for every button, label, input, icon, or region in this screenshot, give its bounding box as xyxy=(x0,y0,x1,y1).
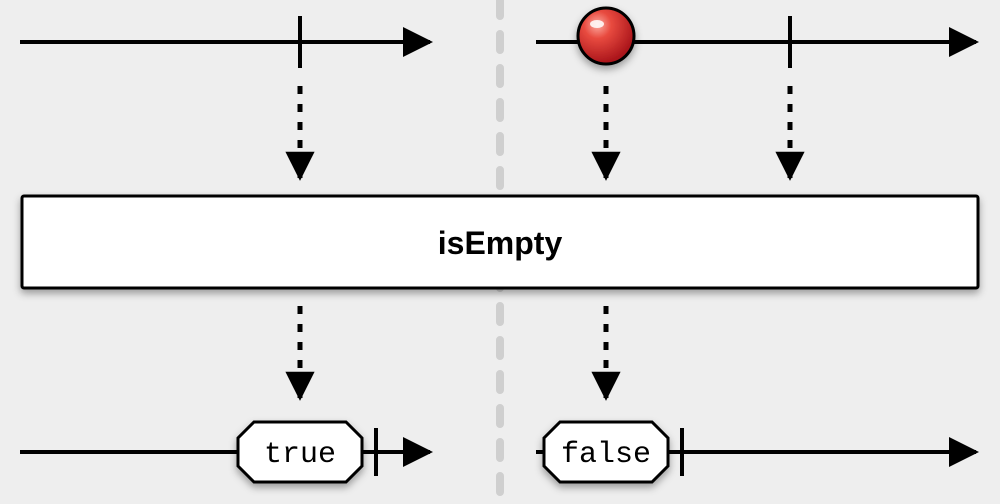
value-true: true xyxy=(238,422,362,482)
value-label: true xyxy=(264,438,336,472)
output-timeline-right: false xyxy=(536,422,976,482)
source-timeline-nonempty xyxy=(536,8,976,68)
isempty-marble-diagram: isEmpty true false xyxy=(0,0,1000,504)
operator-label: isEmpty xyxy=(438,225,563,261)
operator-box: isEmpty xyxy=(22,196,978,288)
output-timeline-left: true xyxy=(20,422,430,482)
source-timeline-empty xyxy=(20,16,430,68)
value-false: false xyxy=(544,422,668,482)
value-label: false xyxy=(561,438,651,472)
marble-red xyxy=(578,8,634,64)
